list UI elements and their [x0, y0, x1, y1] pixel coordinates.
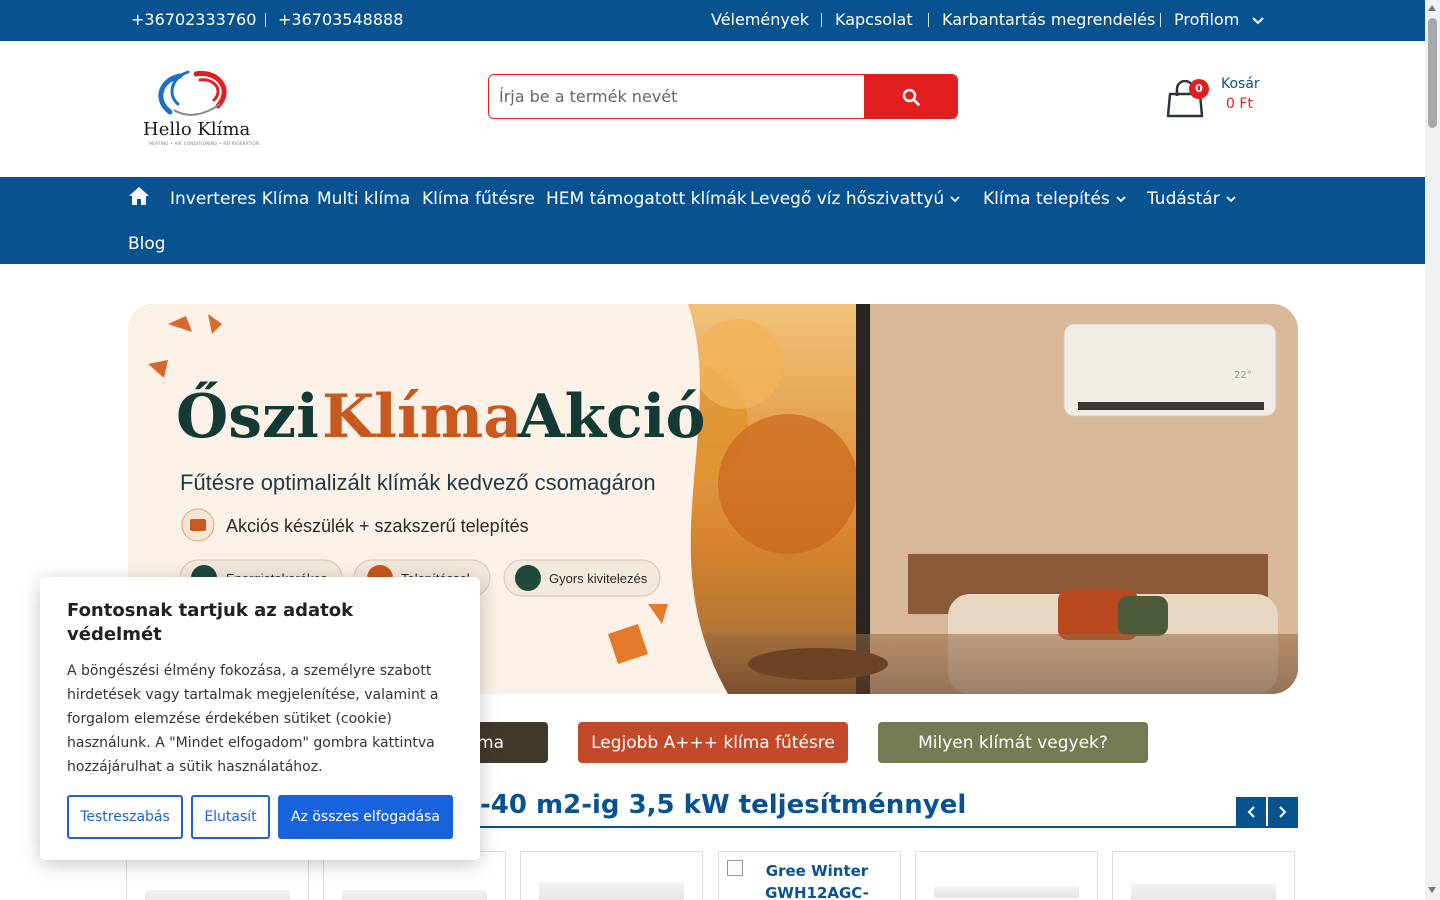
- carousel-prev-button[interactable]: [1236, 797, 1266, 827]
- phone-link-2[interactable]: +36703548888: [278, 10, 403, 29]
- search-bar: [488, 74, 958, 119]
- product-image: [342, 890, 487, 900]
- cookie-title: Fontosnak tartjuk az adatok védelmét: [67, 600, 354, 645]
- badge-fast: Gyors kivitelezés: [549, 571, 648, 586]
- nav-label: Tudástár: [1147, 189, 1220, 209]
- customize-button[interactable]: Testreszabás: [67, 795, 183, 839]
- page-scrollbar[interactable]: [1425, 0, 1440, 900]
- cookie-consent-dialog: Fontosnak tartjuk az adatok védelmét A b…: [40, 577, 480, 860]
- reviews-link[interactable]: Vélemények: [711, 10, 809, 29]
- chevron-left-icon: [1247, 806, 1255, 818]
- broken-image-icon: [727, 860, 743, 876]
- nav-item-blog[interactable]: Blog: [128, 234, 166, 254]
- product-image: [1131, 884, 1276, 900]
- banner-subtitle: Fűtésre optimalizált klímák kedvező csom…: [180, 470, 656, 495]
- nav-item-hem[interactable]: HEM támogatott klímák: [546, 189, 747, 209]
- chevron-down-icon: [1252, 16, 1265, 24]
- search-icon: [902, 88, 920, 106]
- cart-label: Kosár: [1221, 76, 1260, 92]
- search-button[interactable]: [864, 75, 957, 118]
- banner-line: Akciós készülék + szakszerű telepítés: [226, 516, 529, 536]
- cookie-text: A böngészési élmény fokozása, a személyr…: [67, 663, 439, 775]
- carousel-next-button[interactable]: [1268, 797, 1298, 827]
- chevron-down-icon: [1226, 195, 1236, 202]
- nav-item-installation[interactable]: Klíma telepítés: [983, 189, 1126, 209]
- chevron-down-icon: [950, 195, 960, 202]
- best-heating-ac-button[interactable]: Legjobb A+++ klíma fűtésre: [578, 722, 848, 763]
- nav-item-multi[interactable]: Multi klíma: [317, 189, 410, 209]
- chevron-down-icon: [1116, 195, 1126, 202]
- phone-link-1[interactable]: +36702333760: [131, 10, 256, 29]
- product-image: [539, 882, 684, 900]
- divider: [821, 13, 822, 27]
- scroll-up-arrow[interactable]: [1428, 5, 1436, 11]
- nav-item-heating[interactable]: Klíma fűtésre: [422, 189, 535, 209]
- banner-title-2: Klíma: [322, 382, 522, 452]
- product-card[interactable]: [1112, 851, 1295, 900]
- home-icon: [129, 187, 149, 205]
- profile-label: Profilom: [1174, 10, 1240, 29]
- nav-label: Levegő víz hőszivattyú: [750, 189, 945, 209]
- divider: [265, 13, 266, 27]
- product-card[interactable]: [520, 851, 703, 900]
- cart-count-badge: 0: [1189, 79, 1209, 99]
- product-card[interactable]: [915, 851, 1098, 900]
- logo-text: Hello Klíma: [143, 119, 251, 140]
- divider: [928, 13, 929, 27]
- product-image: [145, 890, 290, 900]
- banner-title-3: Akció: [517, 382, 705, 452]
- nav-item-heat-pump[interactable]: Levegő víz hőszivattyú: [750, 189, 960, 209]
- home-link[interactable]: [128, 186, 150, 211]
- profile-menu[interactable]: Profilom: [1174, 10, 1265, 29]
- divider: [1160, 13, 1161, 27]
- nav-label: Klíma telepítés: [983, 189, 1110, 209]
- nav-item-knowledge[interactable]: Tudástár: [1147, 189, 1236, 209]
- section-title: -40 m2-ig 3,5 kW teljesítménnyel: [480, 790, 967, 820]
- chevron-right-icon: [1279, 806, 1287, 818]
- reject-button[interactable]: Elutasít: [191, 795, 270, 839]
- scroll-down-arrow[interactable]: [1428, 887, 1436, 893]
- ac-display: 22°: [1234, 370, 1252, 381]
- logo-tagline: HEATING • AIR CONDITIONING • REFRIGERATI…: [149, 141, 260, 146]
- banner-title-1: Őszi: [176, 381, 319, 452]
- cart-total: 0 Ft: [1226, 96, 1253, 112]
- main-nav: Inverteres Klíma Multi klíma Klíma fűtés…: [0, 177, 1425, 264]
- accept-all-button[interactable]: Az összes elfogadása: [278, 795, 453, 839]
- search-input[interactable]: [489, 75, 864, 118]
- product-image: [934, 886, 1079, 898]
- which-ac-button[interactable]: Milyen klímát vegyek?: [878, 722, 1148, 763]
- maintenance-order-link[interactable]: Karbantartás megrendelés: [942, 10, 1155, 29]
- scroll-thumb[interactable]: [1428, 18, 1437, 128]
- top-bar: +36702333760 +36703548888 Vélemények Kap…: [0, 0, 1425, 41]
- nav-item-inverter[interactable]: Inverteres Klíma: [170, 189, 309, 209]
- contact-link[interactable]: Kapcsolat: [835, 10, 913, 29]
- product-image-alt: Gree Winter GWH12AGC-: [765, 862, 869, 900]
